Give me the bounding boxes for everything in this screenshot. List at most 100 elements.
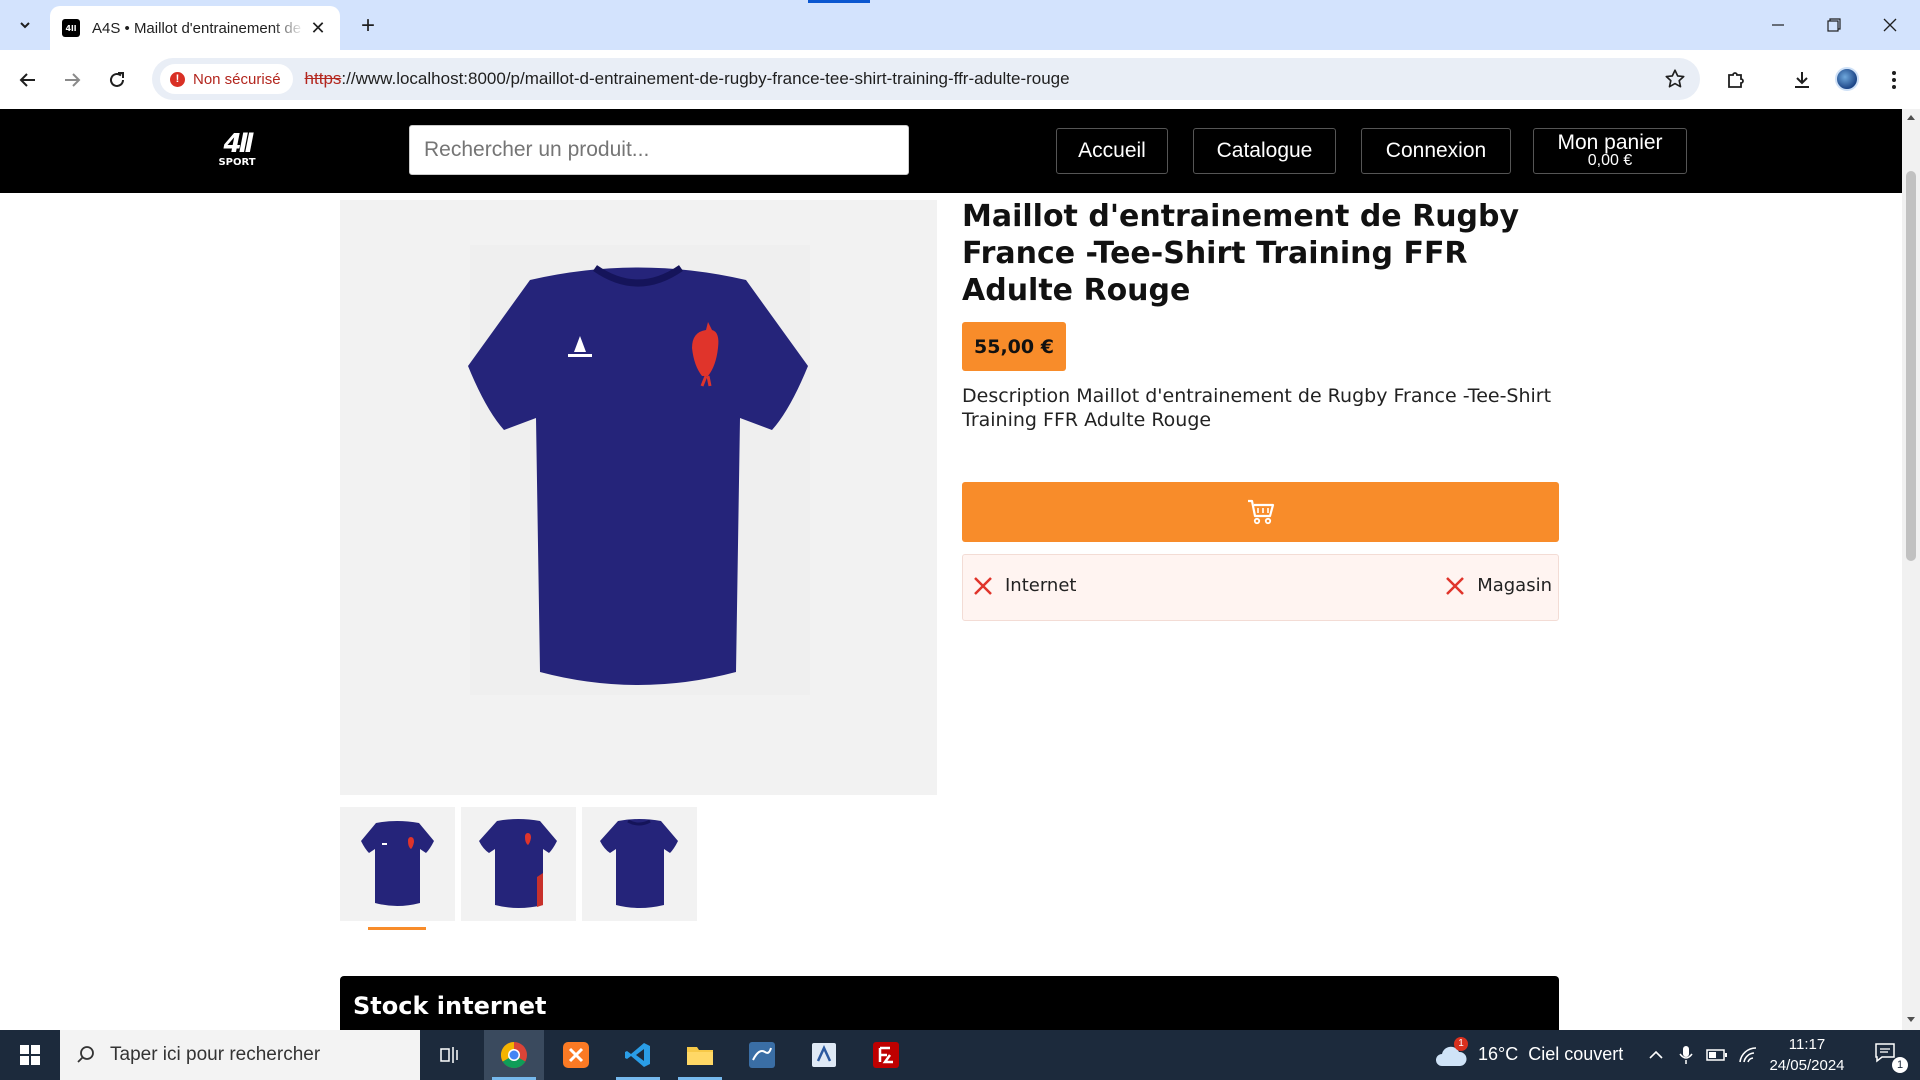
task-view-button[interactable] <box>420 1030 480 1080</box>
folder-icon <box>687 1047 713 1065</box>
browser-tab-bar: 4ll A4S • Maillot d'entrainement de Rugb… <box>0 0 1920 50</box>
profile-avatar[interactable] <box>1835 67 1859 91</box>
logo-subtitle: SPORT <box>218 157 256 168</box>
chevron-up-icon[interactable] <box>1648 1047 1664 1063</box>
extensions-button[interactable] <box>1722 66 1750 94</box>
weather-alert-badge: 1 <box>1454 1037 1468 1051</box>
product-search-input[interactable] <box>409 125 909 175</box>
weather-text: 16°C Ciel couvert <box>1478 1044 1624 1064</box>
microphone-icon[interactable] <box>1679 1045 1693 1065</box>
product-thumbnail-1[interactable] <box>340 807 455 921</box>
tshirt-thumb-angle <box>479 819 557 908</box>
warning-icon: ! <box>170 71 185 87</box>
reload-button[interactable] <box>99 62 135 98</box>
address-bar[interactable]: ! Non sécurisé https://www.localhost:800… <box>152 58 1700 100</box>
editor-app-icon <box>812 1043 836 1067</box>
product-description: Description Maillot d'entrainement de Ru… <box>962 385 1552 431</box>
url-text[interactable]: https://www.localhost:8000/p/maillot-d-e… <box>305 69 1070 89</box>
page-scrollbar[interactable] <box>1902 109 1920 1030</box>
taskbar-xampp[interactable] <box>546 1030 606 1080</box>
tab-search-button[interactable] <box>8 10 42 40</box>
minimize-icon <box>1772 24 1784 26</box>
nav-catalog-link[interactable]: Catalogue <box>1193 128 1336 174</box>
arrow-right-icon <box>65 73 81 87</box>
minimize-button[interactable] <box>1750 0 1806 50</box>
notification-center-button[interactable]: 1 <box>1862 1030 1920 1080</box>
cart-icon <box>1247 499 1274 525</box>
url-path: ://www.localhost:8000/p/maillot-d-entrai… <box>341 69 1070 88</box>
wifi-icon[interactable] <box>1738 1046 1758 1064</box>
tshirt-thumb-front <box>361 821 434 906</box>
nav-login-link[interactable]: Connexion <box>1361 128 1511 174</box>
search-icon <box>77 1046 94 1063</box>
taskbar-filezilla[interactable] <box>856 1030 916 1080</box>
add-to-cart-button[interactable] <box>962 482 1559 542</box>
scroll-up-arrow-icon[interactable] <box>1907 115 1915 120</box>
taskbar-mysql-workbench[interactable] <box>732 1030 792 1080</box>
security-label: Non sécurisé <box>193 70 281 88</box>
mysql-workbench-icon <box>749 1042 775 1068</box>
puzzle-icon <box>1728 72 1744 88</box>
restore-button[interactable] <box>1806 0 1862 50</box>
close-window-button[interactable] <box>1862 0 1918 50</box>
chevron-down-icon <box>20 22 30 29</box>
chrome-icon <box>500 1041 527 1069</box>
reload-icon <box>110 72 124 87</box>
taskbar-file-explorer[interactable] <box>670 1030 730 1080</box>
url-scheme: https <box>304 69 342 88</box>
price-badge: 55,00 € <box>962 322 1066 371</box>
tshirt-image <box>468 245 810 695</box>
notification-count-badge: 1 <box>1892 1057 1908 1073</box>
scroll-down-arrow-icon[interactable] <box>1907 1017 1915 1022</box>
unavailable-x-icon <box>974 576 992 595</box>
taskbar-vscode[interactable] <box>608 1030 668 1080</box>
windows-taskbar: Taper ici pour rechercher 1 16°C Ciel co… <box>0 1030 1920 1080</box>
cart-total: 0,00 € <box>1587 152 1633 169</box>
availability-internet: Internet <box>973 575 1076 596</box>
browser-tab-active[interactable]: 4ll A4S • Maillot d'entrainement de Rugb… <box>50 6 340 50</box>
weather-widget[interactable]: 1 16°C Ciel couvert <box>1434 1030 1634 1080</box>
browser-menu-button[interactable] <box>1880 66 1908 94</box>
tab-strip-indicator <box>808 0 870 3</box>
forward-button[interactable] <box>54 62 90 98</box>
windows-logo-icon <box>20 1045 40 1065</box>
page-viewport: 4ll SPORT Accueil Catalogue Connexion Mo… <box>0 109 1920 1030</box>
nav-cart-link[interactable]: Mon panier 0,00 € <box>1533 128 1687 174</box>
clock-date: 24/05/2024 <box>1769 1057 1845 1074</box>
availability-store: Magasin <box>1445 575 1552 596</box>
tab-title: A4S • Maillot d'entrainement de Rugby Fr… <box>92 19 304 37</box>
back-button[interactable] <box>10 62 46 98</box>
site-favicon-icon: 4ll <box>62 19 80 37</box>
site-logo[interactable]: 4ll SPORT <box>212 131 262 171</box>
task-view-icon <box>440 1047 458 1063</box>
taskbar-search-placeholder: Taper ici pour rechercher <box>110 1044 321 1065</box>
unavailable-x-icon <box>1446 576 1465 595</box>
battery-icon[interactable] <box>1706 1048 1728 1062</box>
security-chip[interactable]: ! Non sécurisé <box>160 64 293 94</box>
product-thumbnail-3[interactable] <box>582 807 697 921</box>
taskbar-search-box[interactable]: Taper ici pour rechercher <box>60 1030 420 1080</box>
system-clock[interactable]: 11:17 24/05/2024 <box>1762 1034 1852 1076</box>
product-thumbnail-2[interactable] <box>461 807 576 921</box>
tab-close-icon[interactable]: ✕ <box>308 18 328 38</box>
downloads-button[interactable] <box>1788 66 1816 94</box>
cart-label: Mon panier <box>1557 131 1663 154</box>
filezilla-icon <box>873 1042 899 1068</box>
close-icon <box>1883 18 1897 32</box>
new-tab-button[interactable]: + <box>352 10 384 42</box>
start-button[interactable] <box>0 1030 60 1080</box>
stock-section-header: Stock internet <box>340 976 1559 1030</box>
scrollbar-thumb[interactable] <box>1906 171 1916 561</box>
product-main-image[interactable] <box>340 200 937 795</box>
bookmark-star-icon[interactable] <box>1664 68 1686 90</box>
vscode-icon <box>625 1043 650 1067</box>
logo-mark: 4ll <box>223 129 254 159</box>
nav-home-link[interactable]: Accueil <box>1056 128 1168 174</box>
browser-toolbar: ! Non sécurisé https://www.localhost:800… <box>0 50 1920 109</box>
clock-time: 11:17 <box>1788 1036 1826 1053</box>
arrow-left-icon <box>19 73 35 87</box>
taskbar-chrome[interactable] <box>484 1030 544 1080</box>
taskbar-app-editor[interactable] <box>794 1030 854 1080</box>
site-header: 4ll SPORT Accueil Catalogue Connexion Mo… <box>0 109 1902 193</box>
availability-panel: Internet Magasin <box>962 554 1559 621</box>
